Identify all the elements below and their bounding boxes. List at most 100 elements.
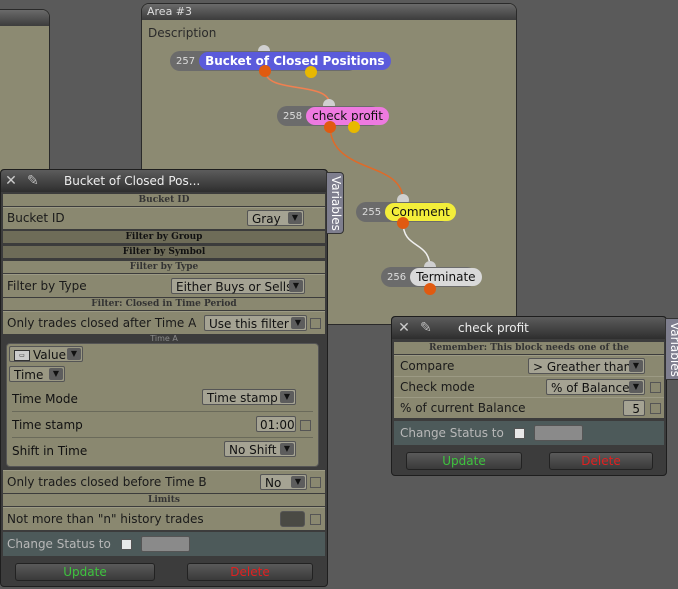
section-filter-type: Filter by Type bbox=[3, 261, 325, 273]
chevron-down-icon: ▼ bbox=[629, 360, 643, 372]
check-profit-panel: ✕ ✎ check profit Remember: This block ne… bbox=[391, 316, 667, 476]
before-time-checkbox[interactable] bbox=[310, 477, 321, 488]
limit-row: Not more than "n" history trades bbox=[3, 507, 325, 530]
remember-note: Remember: This block needs one of the bbox=[394, 342, 664, 354]
node-258-number: 258 bbox=[283, 110, 303, 122]
time-stamp-input[interactable]: 01:00 bbox=[256, 416, 296, 432]
delete-button[interactable]: Delete bbox=[187, 563, 313, 581]
section-limits: Limits bbox=[3, 494, 325, 506]
shift-label: Shift in Time bbox=[12, 444, 88, 458]
compare-select[interactable]: > Greather than ▼ bbox=[528, 358, 645, 374]
divider bbox=[12, 437, 313, 438]
chevron-down-icon: ▼ bbox=[629, 381, 643, 393]
time-stamp-checkbox[interactable] bbox=[300, 420, 311, 431]
chevron-down-icon: ▼ bbox=[291, 476, 305, 488]
node-257-label: Bucket of Closed Positions bbox=[199, 52, 391, 70]
check-mode-checkbox[interactable] bbox=[650, 382, 661, 393]
value-type-value: Value bbox=[33, 348, 66, 362]
before-time-label: Only trades closed before Time B bbox=[7, 475, 207, 489]
time-a-label: Time A bbox=[150, 334, 178, 343]
before-time-row: Only trades closed before Time B No ▼ bbox=[3, 470, 325, 493]
time-value: Time bbox=[14, 368, 44, 382]
bucket-id-row: Bucket ID Gray ▼ bbox=[3, 207, 325, 229]
check-profit-title: check profit bbox=[458, 321, 529, 335]
check-mode-value: % of Balance bbox=[551, 381, 630, 395]
check-mode-label: Check mode bbox=[400, 380, 475, 394]
close-icon[interactable]: ✕ bbox=[397, 321, 411, 335]
time-select[interactable]: Time ▼ bbox=[9, 366, 65, 382]
bucket-panel-titlebar[interactable]: ✕ ✎ Bucket of Closed Pos... bbox=[1, 170, 327, 192]
update-button-2[interactable]: Update bbox=[406, 452, 522, 470]
bucket-id-select[interactable]: Gray ▼ bbox=[247, 210, 304, 226]
change-status-label: Change Status to bbox=[7, 537, 111, 551]
time-stamp-label: Time stamp bbox=[12, 418, 83, 432]
limit-checkbox[interactable] bbox=[310, 514, 321, 525]
node-258-label: check profit bbox=[306, 107, 389, 125]
balance-label: % of current Balance bbox=[400, 401, 526, 415]
shift-select[interactable]: No Shift ▼ bbox=[224, 441, 296, 457]
pin-icon[interactable]: ✎ bbox=[420, 320, 438, 336]
change-status-row-2: Change Status to bbox=[394, 421, 664, 445]
change-status-checkbox-2[interactable] bbox=[514, 428, 525, 439]
bucket-panel: ✕ ✎ Bucket of Closed Pos... Bucket ID Bu… bbox=[0, 169, 328, 587]
after-time-checkbox[interactable] bbox=[310, 318, 321, 329]
section-filter-symbol[interactable]: Filter by Symbol bbox=[3, 246, 325, 258]
pin-icon[interactable]: ✎ bbox=[27, 173, 45, 189]
node-255-label: Comment bbox=[385, 203, 456, 221]
bucket-id-value: Gray bbox=[252, 212, 281, 226]
compare-value: > Greather than bbox=[533, 360, 632, 374]
change-status-row: Change Status to bbox=[3, 532, 325, 556]
node-258-output-dot[interactable] bbox=[324, 121, 336, 133]
after-time-row: Only trades closed after Time A Use this… bbox=[3, 311, 325, 334]
divider bbox=[12, 411, 313, 412]
check-profit-titlebar[interactable]: ✕ ✎ check profit bbox=[392, 317, 666, 339]
chevron-down-icon: ▼ bbox=[67, 348, 81, 360]
node-257-number: 257 bbox=[176, 55, 196, 67]
check-mode-select[interactable]: % of Balance ▼ bbox=[546, 379, 645, 395]
before-time-select[interactable]: No ▼ bbox=[260, 474, 307, 490]
time-mode-select[interactable]: Time stamp ▼ bbox=[202, 389, 296, 405]
time-mode-label: Time Mode bbox=[12, 392, 78, 406]
balance-input[interactable]: 5 bbox=[623, 400, 645, 416]
limit-label: Not more than "n" history trades bbox=[7, 512, 204, 526]
compare-label: Compare bbox=[400, 359, 455, 373]
after-time-select[interactable]: Use this filter ▼ bbox=[204, 315, 307, 331]
section-filter-group[interactable]: Filter by Group bbox=[3, 231, 325, 243]
node-255-number: 255 bbox=[362, 206, 382, 218]
variables-tab-2[interactable]: Variables bbox=[665, 318, 678, 380]
node-258-yellow-dot[interactable] bbox=[348, 121, 360, 133]
update-button[interactable]: Update bbox=[15, 563, 155, 581]
filter-type-select[interactable]: Either Buys or Sells ▼ bbox=[171, 278, 305, 294]
close-icon[interactable]: ✕ bbox=[4, 174, 18, 188]
chevron-down-icon: ▼ bbox=[280, 391, 294, 403]
delete-button-2[interactable]: Delete bbox=[549, 452, 653, 470]
node-256-output-dot[interactable] bbox=[424, 283, 436, 295]
balance-value: 5 bbox=[632, 402, 640, 416]
change-status-checkbox[interactable] bbox=[121, 539, 132, 550]
variables-tab[interactable]: Variables bbox=[326, 172, 344, 234]
chevron-down-icon: ▼ bbox=[289, 280, 303, 292]
compare-row: Compare > Greather than ▼ bbox=[394, 355, 664, 376]
value-icon: ▭ bbox=[14, 350, 30, 361]
node-255-output-dot[interactable] bbox=[397, 217, 409, 229]
change-status-label-2: Change Status to bbox=[400, 426, 504, 440]
node-256-number: 256 bbox=[387, 271, 407, 283]
section-time-period: Filter: Closed in Time Period bbox=[3, 298, 325, 310]
node-257-yellow-dot[interactable] bbox=[305, 66, 317, 78]
filter-type-label: Filter by Type bbox=[7, 279, 87, 293]
chevron-down-icon: ▼ bbox=[288, 212, 302, 224]
before-time-value: No bbox=[265, 476, 282, 490]
filter-type-row: Filter by Type Either Buys or Sells ▼ bbox=[3, 274, 325, 297]
node-256-label: Terminate bbox=[410, 268, 482, 286]
after-time-value: Use this filter bbox=[209, 317, 289, 331]
change-status-select-2[interactable] bbox=[534, 425, 583, 441]
value-type-select[interactable]: ▭ Value ▼ bbox=[9, 346, 83, 362]
chevron-down-icon: ▼ bbox=[49, 368, 63, 380]
balance-checkbox[interactable] bbox=[650, 403, 661, 414]
limit-input[interactable] bbox=[280, 511, 305, 527]
time-mode-value: Time stamp bbox=[207, 391, 278, 405]
section-bucket-id: Bucket ID bbox=[3, 194, 325, 206]
node-257-output-dot[interactable] bbox=[259, 65, 271, 77]
balance-row: % of current Balance 5 bbox=[394, 397, 664, 418]
change-status-select[interactable] bbox=[141, 536, 190, 552]
